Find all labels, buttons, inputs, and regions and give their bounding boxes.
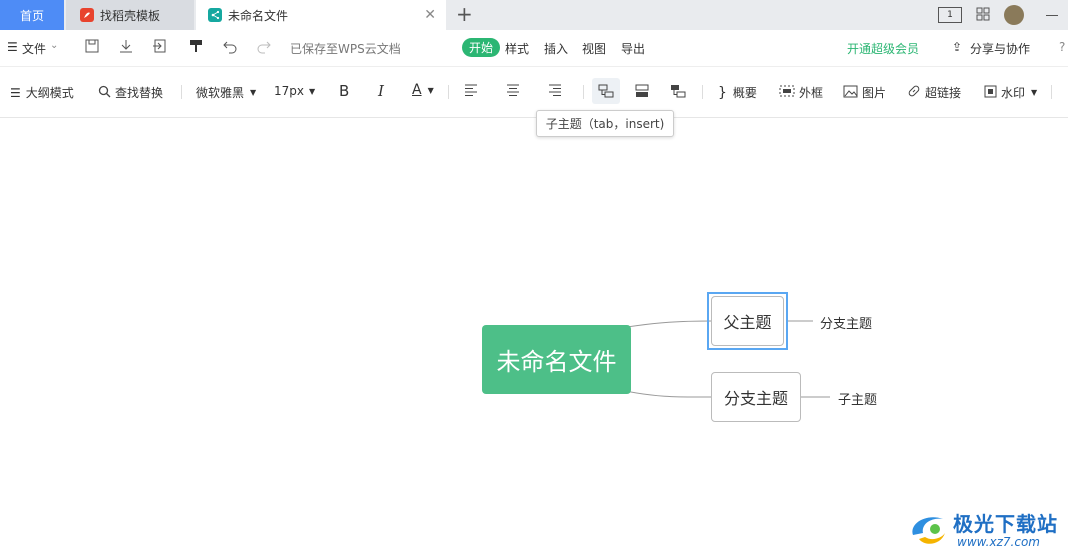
frame-icon (779, 85, 795, 100)
parent-topic-icon[interactable] (670, 84, 686, 98)
parent-topic-node[interactable]: 父主题 (711, 296, 784, 346)
connector-root-branch (619, 389, 713, 398)
watermark-button[interactable]: 水印 ▼ (984, 84, 1037, 101)
tab-template-label: 找稻壳模板 (100, 8, 161, 23)
caret-down-icon: ▼ (309, 86, 316, 96)
font-size-select[interactable]: 17px ▼ (274, 84, 315, 98)
window-controls: 1 (938, 0, 1068, 30)
bold-button[interactable]: B (339, 82, 349, 100)
divider (702, 85, 703, 99)
italic-button[interactable]: I (378, 82, 384, 100)
download-icon[interactable] (118, 38, 134, 57)
border-frame-button[interactable]: 外框 (779, 84, 823, 101)
find-replace-button[interactable]: 查找替换 (98, 84, 163, 101)
hyperlink-label: 超链接 (925, 86, 962, 100)
align-center-icon[interactable] (506, 84, 520, 96)
caret-down-icon: ▼ (250, 88, 257, 97)
add-tab-icon[interactable]: + (456, 4, 473, 24)
tab-home-label: 首页 (19, 8, 44, 23)
hamburger-icon[interactable]: ☰ (7, 40, 18, 54)
summary-label: 概要 (732, 86, 757, 100)
divider (448, 85, 449, 99)
brace-icon: } (718, 84, 727, 101)
align-left-icon[interactable] (464, 84, 478, 96)
undo-icon[interactable] (222, 38, 238, 57)
tab-style[interactable]: 样式 (505, 40, 529, 57)
close-icon[interactable]: ✕ (424, 7, 436, 23)
image-label: 图片 (862, 86, 887, 100)
grid-apps-icon[interactable] (976, 6, 990, 25)
reader-mode-icon[interactable]: 1 (938, 7, 962, 23)
format-painter-icon[interactable] (188, 38, 204, 57)
tab-home[interactable]: 首页 (0, 0, 64, 30)
image-icon (843, 85, 858, 101)
search-icon (98, 85, 111, 101)
root-topic[interactable]: 未命名文件 (482, 325, 631, 394)
minimize-icon[interactable] (1046, 14, 1058, 16)
list-icon: ☰ (10, 85, 21, 100)
link-icon (907, 84, 921, 101)
format-toolbar: ☰ 大纲模式 查找替换 微软雅黑 ▼ 17px ▼ B I A ▼} 概要 外… (0, 67, 1068, 118)
divider (1051, 85, 1052, 99)
save-icon[interactable] (84, 38, 100, 57)
redo-icon[interactable] (256, 38, 272, 57)
vip-button[interactable]: 开通超级会员 (847, 40, 919, 57)
hyperlink-button[interactable]: 超链接 (907, 84, 961, 101)
font-color-button[interactable]: A ▼ (412, 82, 434, 98)
mindmap-file-icon (208, 8, 222, 22)
chevron-down-icon: ⌄ (50, 40, 59, 51)
help-icon[interactable]: ? (1059, 40, 1065, 54)
caret-down-icon: ▼ (427, 85, 434, 95)
font-color-label: A (412, 82, 422, 98)
tab-insert[interactable]: 插入 (544, 40, 568, 57)
tab-start[interactable]: 开始 (462, 38, 501, 57)
font-family-value: 微软雅黑 (196, 86, 245, 100)
border-frame-label: 外框 (799, 86, 824, 100)
avatar[interactable] (1004, 5, 1024, 25)
connector-root-parent (619, 320, 713, 329)
image-button[interactable]: 图片 (843, 84, 886, 101)
leaf-topic-2[interactable]: 子主题 (838, 389, 877, 408)
watermark-title: 极光下载站 (953, 512, 1058, 536)
divider (583, 85, 584, 99)
find-replace-label: 查找替换 (115, 86, 164, 100)
watermark-url: www.xz7.com (957, 535, 1040, 549)
outline-mode-label: 大纲模式 (25, 86, 74, 100)
tab-template[interactable]: 找稻壳模板 (66, 0, 194, 30)
tab-bar: 首页 找稻壳模板 未命名文件 ✕ + 1 (0, 0, 1068, 30)
summary-button[interactable]: } 概要 (718, 84, 757, 101)
site-watermark: 极光下载站 www.xz7.com (905, 505, 1065, 555)
align-right-icon[interactable] (548, 84, 562, 96)
share-icon[interactable]: ⇪ (952, 40, 962, 54)
tab-document[interactable]: 未命名文件 ✕ (196, 0, 446, 30)
subtopic-icon[interactable] (598, 84, 614, 98)
export-file-icon[interactable] (152, 38, 168, 57)
docer-logo-icon (80, 8, 94, 22)
sibling-topic-icon[interactable] (634, 84, 650, 98)
watermark-label: 水印 (1001, 86, 1026, 100)
watermark-logo-icon (912, 517, 945, 544)
subtopic-tooltip: 子主题（tab，insert) (536, 110, 674, 137)
share-button[interactable]: 分享与协作 (970, 40, 1030, 57)
menu-bar: ☰ 文件 ⌄ 已保存至WPS云文档 开始 样式 插入 视图 导出 开通超级会员 … (0, 30, 1068, 67)
outline-mode-button[interactable]: ☰ 大纲模式 (10, 84, 74, 101)
leaf-topic-1[interactable]: 分支主题 (820, 313, 872, 332)
font-size-value: 17px (274, 84, 304, 98)
tab-view[interactable]: 视图 (582, 40, 606, 57)
branch-topic-node[interactable]: 分支主题 (711, 372, 801, 422)
tab-document-label: 未命名文件 (228, 8, 289, 23)
save-status: 已保存至WPS云文档 (290, 42, 401, 56)
divider (181, 85, 182, 99)
file-menu[interactable]: 文件 (22, 40, 46, 57)
caret-down-icon: ▼ (1031, 88, 1038, 97)
watermark-icon (984, 85, 997, 101)
tab-export[interactable]: 导出 (621, 40, 645, 57)
font-family-select[interactable]: 微软雅黑 ▼ (196, 84, 256, 101)
